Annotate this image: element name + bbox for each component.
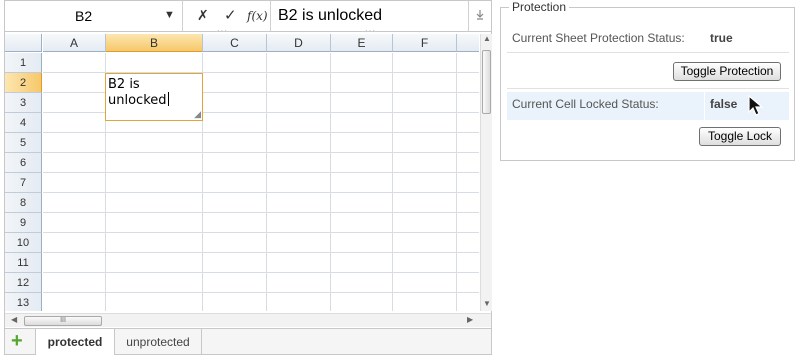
- column-header-d[interactable]: D: [267, 34, 331, 52]
- row-header-8[interactable]: 8: [5, 193, 42, 213]
- row-header-5[interactable]: 5: [5, 133, 42, 153]
- tab-protected[interactable]: protected: [35, 329, 115, 355]
- scroll-left-icon[interactable]: ◀: [11, 315, 17, 324]
- cell-grid[interactable]: A B C D E F 1 2 3 4 5 6 7 8 9 10 11 12 13: [5, 34, 479, 311]
- text-caret: [167, 92, 169, 106]
- grid-line: [43, 172, 479, 173]
- column-header-f[interactable]: F: [393, 34, 457, 52]
- row-header-10[interactable]: 10: [5, 233, 42, 253]
- column-header-a[interactable]: A: [43, 34, 106, 52]
- formula-bar: B2 ▼ ··· ✗ ✓ f(x) B2 is unlocked ···: [5, 1, 491, 35]
- row-header-12[interactable]: 12: [5, 273, 42, 293]
- mouse-pointer-icon: [747, 94, 765, 119]
- row-header-2[interactable]: 2: [5, 73, 42, 93]
- grid-line: [43, 272, 479, 273]
- grid-line: [43, 232, 479, 233]
- toggle-protection-button[interactable]: Toggle Protection: [673, 62, 781, 81]
- row-header-13[interactable]: 13: [5, 293, 42, 311]
- divider: [704, 92, 705, 120]
- divider: [468, 1, 469, 31]
- row-header-6[interactable]: 6: [5, 153, 42, 173]
- confirm-icon[interactable]: ✓: [224, 6, 237, 24]
- column-header-b[interactable]: B: [106, 34, 203, 52]
- sheet-protection-status-value: true: [710, 31, 733, 45]
- divider: [507, 88, 789, 89]
- sheet-protection-status-row: Current Sheet Protection Status: true: [507, 26, 789, 52]
- resize-grip-icon[interactable]: ◢: [194, 109, 201, 120]
- grid-line: [43, 152, 479, 153]
- grid-line: [43, 292, 479, 293]
- add-sheet-icon[interactable]: +: [11, 330, 23, 353]
- divider: [270, 1, 271, 31]
- column-header-partial[interactable]: [457, 34, 479, 52]
- formula-input[interactable]: B2 is unlocked: [278, 7, 382, 25]
- chevron-down-icon[interactable]: ▼: [164, 9, 175, 21]
- tab-unprotected[interactable]: unprotected: [115, 329, 202, 355]
- cell-editor-text[interactable]: B2 is unlocked: [108, 77, 202, 108]
- grid-line: [43, 192, 479, 193]
- grid-line: [43, 132, 479, 133]
- vertical-scrollbar[interactable]: ▲ ▼: [480, 34, 492, 311]
- column-header-c[interactable]: C: [203, 34, 267, 52]
- horizontal-scrollbar[interactable]: ◀ III ▶: [5, 313, 491, 327]
- grid-line: [43, 212, 479, 213]
- grid-line: [43, 252, 479, 253]
- select-all-corner[interactable]: [5, 34, 42, 52]
- column-header-e[interactable]: E: [331, 34, 393, 52]
- active-cell-editor[interactable]: B2 is unlocked ◢: [105, 73, 203, 121]
- name-box-value: B2: [75, 8, 93, 24]
- sheet-tab-bar: + protected unprotected: [5, 328, 491, 355]
- cell-locked-status-value: false: [710, 97, 738, 111]
- scroll-right-icon[interactable]: ▶: [467, 315, 473, 324]
- row-header-1[interactable]: 1: [5, 53, 42, 73]
- sheet-protection-status-label: Current Sheet Protection Status:: [512, 31, 685, 45]
- spreadsheet: B2 ▼ ··· ✗ ✓ f(x) B2 is unlocked ··· ABC…: [4, 0, 492, 355]
- vertical-scroll-thumb[interactable]: [482, 50, 491, 114]
- row-header-3[interactable]: 3: [5, 93, 42, 113]
- function-icon[interactable]: f(x): [247, 9, 268, 23]
- divider: [507, 52, 789, 53]
- toggle-lock-button[interactable]: Toggle Lock: [699, 127, 781, 146]
- cell-locked-status-label: Current Cell Locked Status:: [512, 97, 659, 111]
- row-header-4[interactable]: 4: [5, 113, 42, 133]
- row-header-9[interactable]: 9: [5, 213, 42, 233]
- expand-formula-icon[interactable]: [475, 9, 485, 24]
- protection-panel: Protection Current Sheet Protection Stat…: [500, 0, 795, 161]
- scroll-up-icon[interactable]: ▲: [483, 34, 491, 43]
- cancel-icon[interactable]: ✗: [197, 7, 209, 24]
- scroll-down-icon[interactable]: ▼: [483, 299, 491, 308]
- horizontal-scroll-thumb[interactable]: III: [24, 316, 102, 326]
- panel-legend: Protection: [509, 0, 570, 14]
- row-header-11[interactable]: 11: [5, 253, 42, 273]
- name-box[interactable]: B2 ▼: [5, 1, 183, 31]
- cell-editor-value: B2 is unlocked: [108, 77, 167, 108]
- row-header-7[interactable]: 7: [5, 173, 42, 193]
